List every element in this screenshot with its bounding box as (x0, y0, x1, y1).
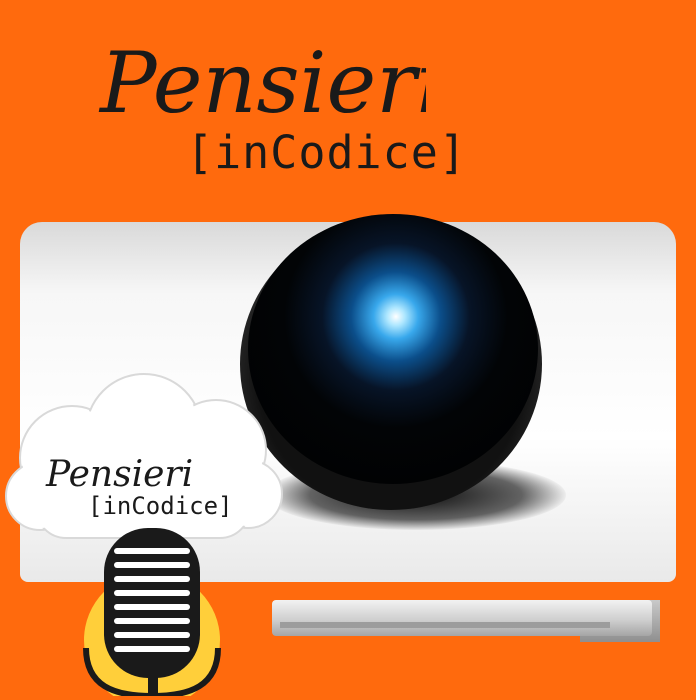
title-line1: Pensieri (98, 34, 426, 128)
microphone-icon (64, 520, 244, 700)
title-line2: [inCodice] (186, 126, 467, 179)
title-script-svg: Pensieri (98, 34, 443, 132)
podcast-cover: Pensieri [inCodice] Pensieri [inCodice] (0, 0, 696, 700)
badge-title-script: Pensieri (44, 444, 224, 496)
badge-line1: Pensieri (45, 454, 193, 495)
title-script: Pensieri (96, 18, 443, 132)
webcam-base-strip (280, 622, 610, 628)
lens (248, 214, 538, 484)
badge-line2: [inCodice] (88, 492, 233, 520)
webcam-base (272, 600, 652, 636)
